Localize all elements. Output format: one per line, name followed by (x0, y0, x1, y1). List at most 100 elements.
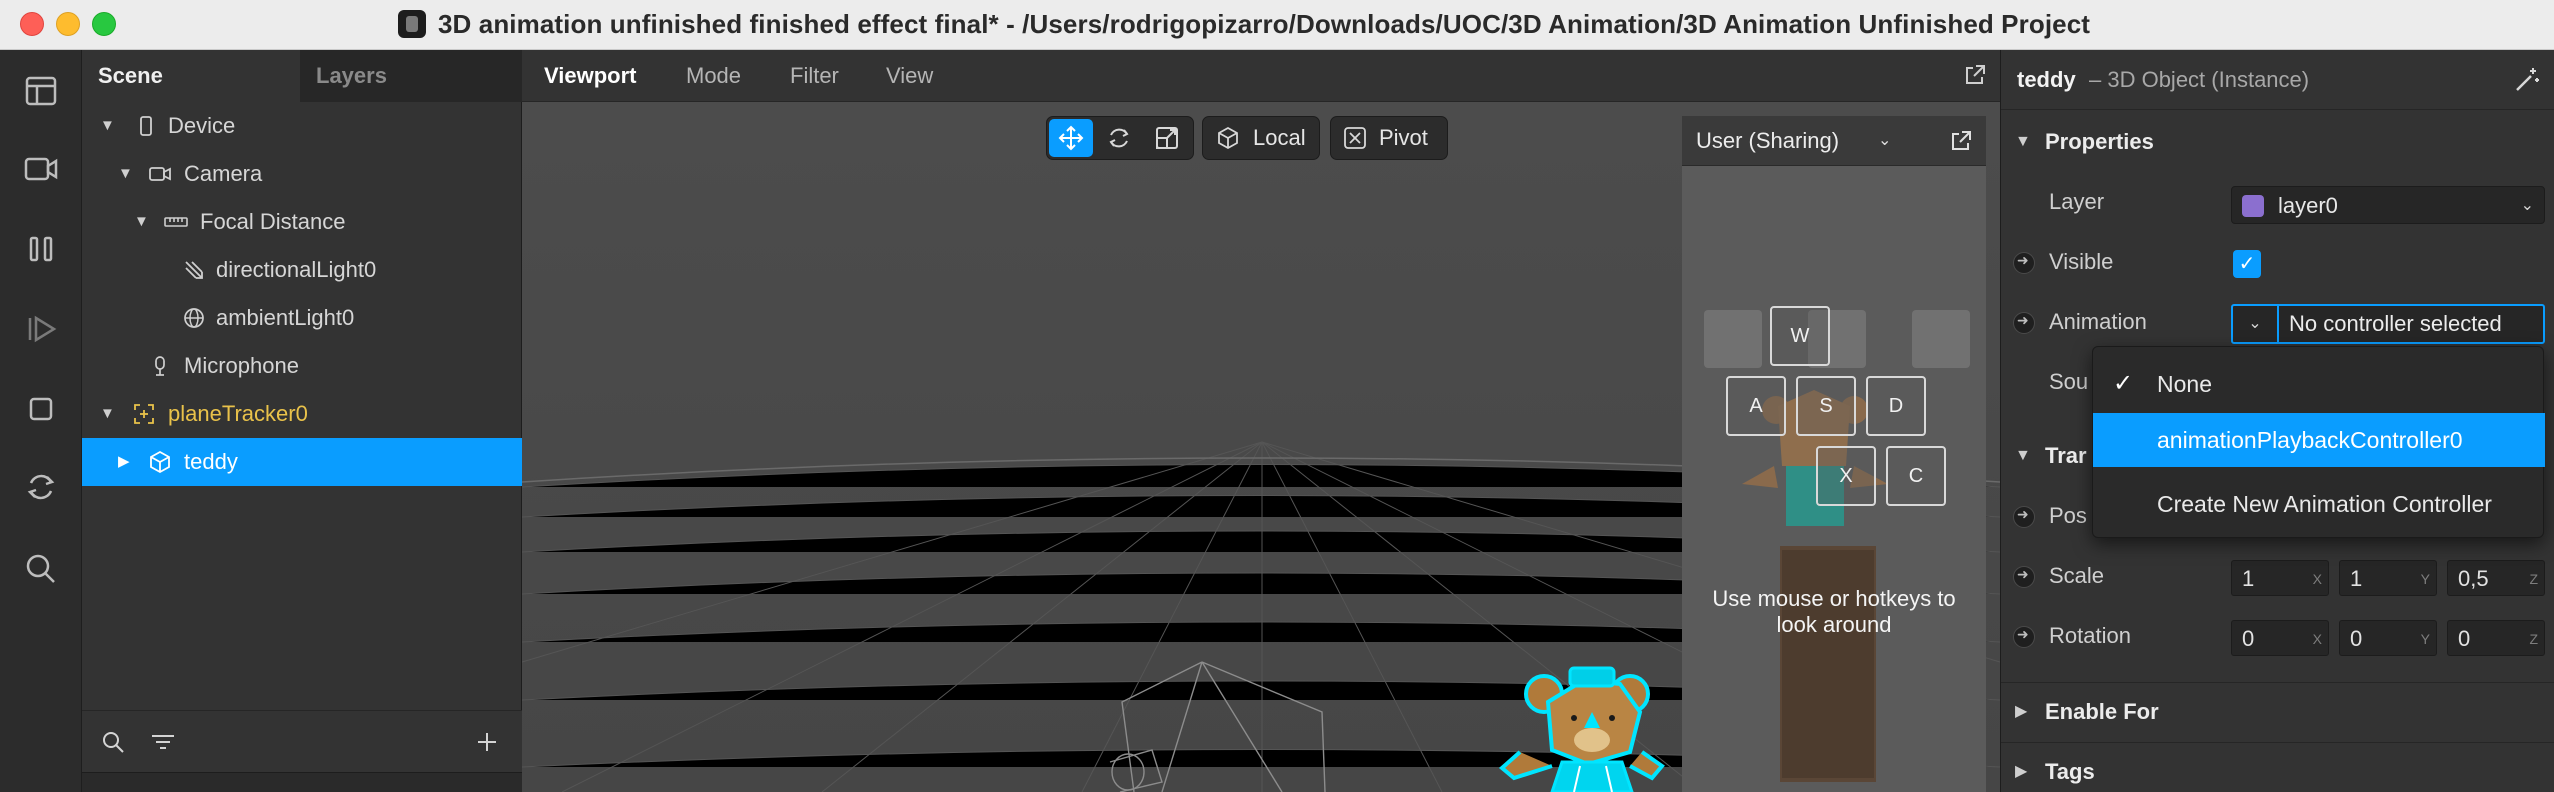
patch-arrow-icon[interactable] (2013, 626, 2035, 648)
refresh-icon[interactable] (22, 468, 60, 506)
scale-y-input[interactable]: 1Y (2339, 560, 2437, 596)
visible-checkbox[interactable]: ✓ (2233, 250, 2261, 278)
zoom-window-button[interactable] (92, 12, 116, 36)
move-tool-button[interactable] (1049, 119, 1093, 157)
tab-filter[interactable]: Filter (790, 50, 839, 102)
expand-triangle-icon[interactable]: ▼ (134, 198, 154, 246)
patch-arrow-icon[interactable] (2013, 252, 2035, 274)
key-s[interactable]: S (1796, 376, 1856, 436)
app-icon (398, 10, 426, 38)
popout-icon[interactable] (1950, 130, 1972, 152)
scene-panel: Scene Layers ▼ Device ▼ Camera ▼ Focal D… (82, 50, 522, 792)
chevron-down-icon[interactable]: ⌄ (1878, 116, 1891, 166)
microphone-icon (155, 356, 165, 376)
tree-label: planeTracker0 (168, 401, 308, 426)
stop-square-icon[interactable] (22, 390, 60, 428)
tab-view[interactable]: View (886, 50, 933, 102)
cube-icon (150, 450, 170, 474)
pivot-toggle[interactable]: Pivot (1330, 116, 1448, 160)
position-label: Pos (2049, 503, 2087, 528)
section-tags[interactable]: ▶ Tags (2001, 742, 2554, 792)
tab-layers[interactable]: Layers (300, 50, 522, 102)
local-toggle[interactable]: Local (1202, 116, 1320, 160)
tab-scene[interactable]: Scene (82, 50, 300, 102)
animation-value: No controller selected (2289, 311, 2502, 336)
expand-triangle-icon[interactable]: ▼ (2015, 112, 2031, 172)
minimize-window-button[interactable] (56, 12, 80, 36)
tree-label: Camera (184, 161, 263, 186)
popout-icon[interactable] (1964, 64, 1986, 86)
layout-icon[interactable] (22, 72, 60, 110)
menu-item-none[interactable]: ✓ None (2093, 357, 2545, 411)
expand-triangle-icon[interactable]: ▶ (2015, 682, 2027, 742)
key-x[interactable]: X (1816, 446, 1876, 506)
magic-wand-icon[interactable] (2513, 66, 2541, 94)
section-title: Properties (2045, 129, 2154, 154)
key-a[interactable]: A (1726, 376, 1786, 436)
rotation-y-value: 0 (2350, 626, 2363, 651)
rotation-x-input[interactable]: 0X (2231, 620, 2329, 656)
expand-triangle-icon[interactable]: ▼ (2015, 426, 2031, 486)
filter-icon[interactable] (150, 729, 176, 755)
key-c[interactable]: C (1886, 446, 1946, 506)
expand-triangle-icon[interactable]: ▶ (2015, 742, 2027, 792)
scene-bottom-toolbar (82, 710, 522, 772)
key-d[interactable]: D (1866, 376, 1926, 436)
key-w[interactable]: W (1770, 306, 1830, 366)
add-icon[interactable] (474, 729, 500, 755)
simulator-device-select[interactable]: User (Sharing) (1696, 116, 1839, 166)
tree-row-directional-light[interactable]: directionalLight0 (82, 246, 522, 294)
scale-tool-button[interactable] (1145, 119, 1189, 157)
axis-x-label: X (2312, 571, 2322, 587)
menu-item-animation-playback-controller[interactable]: animationPlaybackController0 (2093, 413, 2545, 467)
patch-arrow-icon[interactable] (2013, 506, 2035, 528)
tree-row-plane-tracker[interactable]: ▼ planeTracker0 (82, 390, 522, 438)
scale-z-input[interactable]: 0,5 Z (2447, 560, 2545, 596)
plane-tracker-icon (134, 404, 154, 424)
simulator-preview[interactable]: User (Sharing) ⌄ W A S D X C Use mouse o… (1682, 116, 1986, 792)
patch-arrow-icon[interactable] (2013, 312, 2035, 334)
pivot-icon (1344, 127, 1366, 149)
rotation-z-value: 0 (2458, 626, 2471, 651)
tree-row-camera[interactable]: ▼ Camera (82, 150, 522, 198)
animation-label: Animation (2049, 309, 2147, 334)
tree-row-teddy[interactable]: ▶ teddy (82, 438, 522, 486)
object-type: – 3D Object (Instance) (2089, 67, 2310, 92)
search-icon[interactable] (22, 550, 60, 588)
expand-triangle-icon[interactable]: ▼ (100, 390, 120, 438)
scene-tabs: Scene Layers (82, 50, 522, 102)
animation-controller-select[interactable]: ⌄ No controller selected (2231, 304, 2545, 344)
section-enable-for[interactable]: ▶ Enable For (2001, 682, 2554, 742)
viewport-menu-bar: Viewport Mode Filter View (522, 50, 2000, 102)
pause-icon[interactable] (22, 230, 60, 268)
rotate-tool-button[interactable] (1097, 119, 1141, 157)
tree-row-microphone[interactable]: Microphone (82, 342, 522, 390)
scale-x-value: 1 (2242, 566, 2255, 591)
sound-label: Sou (2049, 369, 2089, 394)
collapse-triangle-icon[interactable]: ▶ (118, 438, 138, 486)
search-icon[interactable] (100, 729, 126, 755)
visible-row: Visible ✓ (2001, 232, 2554, 292)
rotation-y-input[interactable]: 0Y (2339, 620, 2437, 656)
close-window-button[interactable] (20, 12, 44, 36)
expand-triangle-icon[interactable]: ▼ (118, 150, 138, 198)
menu-item-create-new-controller[interactable]: Create New Animation Controller (2093, 477, 2545, 531)
tree-row-ambient-light[interactable]: ambientLight0 (82, 294, 522, 342)
tab-mode[interactable]: Mode (686, 50, 741, 102)
expand-triangle-icon[interactable]: ▼ (100, 102, 120, 150)
tree-row-focal-distance[interactable]: ▼ Focal Distance (82, 198, 522, 246)
scale-row: Scale 1X 1Y 0,5Z (2001, 546, 2554, 606)
video-camera-icon[interactable] (22, 150, 60, 188)
section-properties[interactable]: ▼ Properties (2001, 112, 2554, 172)
tree-row-device[interactable]: ▼ Device (82, 102, 522, 150)
scale-x-input[interactable]: 1X (2231, 560, 2329, 596)
layer-dropdown[interactable]: layer0 ⌄ (2231, 186, 2545, 224)
play-step-icon[interactable] (22, 310, 60, 348)
patch-arrow-icon[interactable] (2013, 566, 2035, 588)
section-title: Tags (2045, 759, 2095, 784)
visible-label: Visible (2049, 249, 2114, 274)
rotation-z-input[interactable]: 0Z (2447, 620, 2545, 656)
scale-label: Scale (2049, 563, 2105, 588)
chevron-down-icon[interactable]: ⌄ (2233, 306, 2279, 342)
tab-viewport[interactable]: Viewport (544, 50, 637, 102)
